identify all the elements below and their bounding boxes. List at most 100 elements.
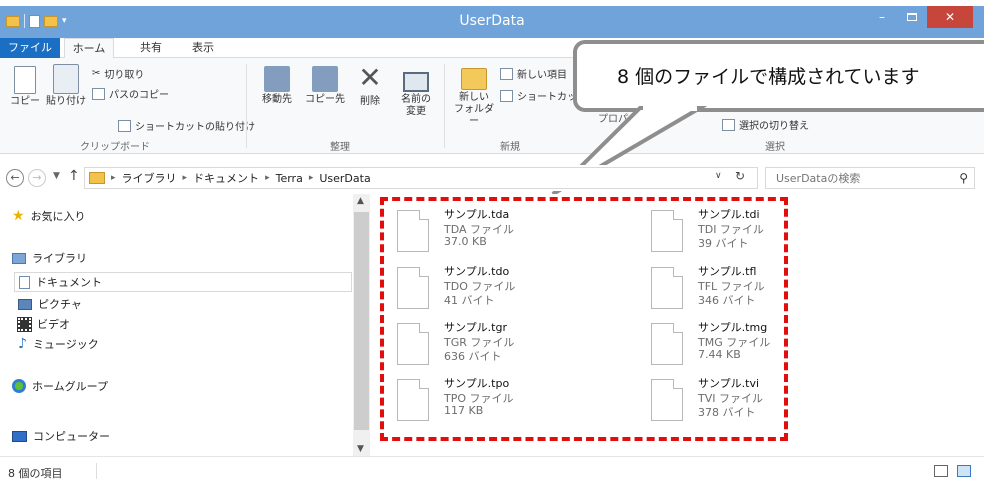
chevron-right-icon: ▸ — [308, 173, 314, 183]
nav-item-libraries[interactable]: ライブラリ — [12, 250, 87, 266]
breadcrumb-item-documents[interactable]: ドキュメント — [193, 170, 259, 186]
homegroup-icon — [12, 379, 26, 393]
file-item[interactable]: サンプル.tvi TVI ファイル 378 バイト — [651, 374, 911, 428]
nav-item-documents[interactable]: ドキュメント — [14, 272, 352, 292]
copy-path-button[interactable]: パスのコピー — [92, 86, 169, 101]
new-item-label: 新しい項目 — [517, 70, 567, 81]
tab-home[interactable]: ホーム — [64, 38, 114, 58]
invert-selection-label: 選択の切り替え — [739, 121, 809, 132]
minimize-icon: – — [879, 10, 885, 24]
nav-label: ホームグループ — [32, 380, 109, 393]
new-item-icon — [500, 67, 513, 80]
file-name: サンプル.tda — [444, 208, 510, 221]
delete-button[interactable]: ✕ 削除 — [352, 64, 388, 108]
move-to-button[interactable]: 移動先 — [254, 66, 300, 106]
nav-item-favorites[interactable]: ★ お気に入り — [12, 208, 86, 224]
delete-icon: ✕ — [358, 61, 382, 94]
file-item[interactable]: サンプル.tmg TMG ファイル 7.44 KB — [651, 318, 911, 372]
cut-label: 切り取り — [104, 70, 145, 81]
file-name: サンプル.tfl — [698, 265, 757, 278]
tab-view[interactable]: 表示 — [182, 38, 224, 58]
breadcrumb-item-userdata[interactable]: UserData — [319, 172, 370, 185]
new-folder-label-1: 新しい — [459, 92, 489, 103]
nav-item-homegroup[interactable]: ホームグループ — [12, 378, 108, 394]
back-button[interactable]: ← — [6, 169, 24, 187]
chevron-right-icon: ▸ — [111, 173, 116, 183]
maximize-button[interactable] — [897, 6, 927, 28]
copy-button[interactable]: コピー — [8, 66, 42, 108]
minimize-button[interactable]: – — [867, 6, 897, 28]
new-item-button[interactable]: 新しい項目 — [500, 66, 567, 81]
rename-button[interactable]: 名前の 変更 — [392, 64, 440, 118]
nav-label: ドキュメント — [36, 276, 102, 289]
properties-label: プロパ — [598, 114, 628, 125]
file-item[interactable]: サンプル.tgr TGR ファイル 636 バイト — [397, 318, 657, 372]
refresh-icon[interactable]: ↻ — [735, 169, 745, 183]
nav-item-music[interactable]: ♪ ミュージック — [18, 336, 99, 352]
copy-label: コピー — [10, 96, 40, 107]
scroll-thumb[interactable] — [354, 212, 369, 430]
close-button[interactable]: ✕ — [927, 6, 973, 28]
scroll-up-icon[interactable]: ▲ — [357, 196, 364, 206]
paste-icon — [53, 64, 79, 94]
scissors-icon: ✂ — [92, 68, 101, 79]
nav-label: ライブラリ — [32, 252, 87, 265]
star-icon: ★ — [12, 208, 25, 224]
nav-item-pictures[interactable]: ピクチャ — [18, 296, 82, 312]
file-size: 41 バイト — [444, 294, 495, 307]
copy-path-label: パスのコピー — [109, 90, 169, 101]
scroll-down-icon[interactable]: ▼ — [357, 444, 364, 454]
file-icon — [651, 210, 683, 252]
file-size: 39 バイト — [698, 237, 749, 250]
title-bar: ▾ UserData – ✕ — [0, 6, 984, 38]
group-separator — [246, 64, 247, 148]
cut-button[interactable]: ✂ 切り取り — [92, 66, 144, 81]
file-icon — [651, 323, 683, 365]
file-name: サンプル.tdi — [698, 208, 760, 221]
paste-button[interactable]: 貼り付け — [46, 64, 86, 108]
callout-text: 8 個のファイルで構成されています — [617, 66, 920, 88]
nav-scrollbar[interactable]: ▲ ▼ — [353, 194, 370, 456]
breadcrumb[interactable]: ▸ ライブラリ ▸ ドキュメント ▸ Terra ▸ UserData — [84, 167, 758, 189]
copy-to-icon — [312, 66, 338, 92]
rename-label-2: 変更 — [406, 106, 426, 117]
recent-locations-icon[interactable]: ▼ — [53, 171, 60, 181]
shortcut-button[interactable]: ショートカッ — [500, 88, 577, 103]
paste-shortcut-icon — [118, 119, 131, 132]
navigation-pane: ★ お気に入り ライブラリ ドキュメント ピクチャ ビデオ ♪ ミュージック ホ… — [0, 194, 353, 456]
organize-group-label: 整理 — [330, 142, 350, 153]
nav-item-videos[interactable]: ビデオ — [17, 316, 70, 332]
file-item[interactable]: サンプル.tfl TFL ファイル 346 バイト — [651, 262, 911, 316]
paste-shortcut-button[interactable]: ショートカットの貼り付け — [118, 118, 255, 133]
select-group-label: 選択 — [765, 142, 785, 153]
nav-label: ミュージック — [32, 338, 99, 351]
breadcrumb-item-libraries[interactable]: ライブラリ — [122, 170, 177, 186]
new-folder-button[interactable]: 新しい フォルダー — [450, 68, 498, 128]
tab-share[interactable]: 共有 — [130, 38, 172, 58]
file-icon — [397, 323, 429, 365]
file-item[interactable]: サンプル.tdi TDI ファイル 39 バイト — [651, 205, 911, 259]
search-icon[interactable]: ⚲ — [959, 171, 968, 185]
move-to-label: 移動先 — [262, 94, 292, 105]
file-name: サンプル.tmg — [698, 321, 768, 334]
file-item[interactable]: サンプル.tda TDA ファイル 37.0 KB — [397, 205, 657, 259]
up-arrow-icon[interactable]: ↑ — [68, 168, 80, 184]
file-item[interactable]: サンプル.tdo TDO ファイル 41 バイト — [397, 262, 657, 316]
file-name: サンプル.tgr — [444, 321, 507, 334]
address-dropdown-icon[interactable]: ∨ — [715, 171, 722, 181]
file-item[interactable]: サンプル.tpo TPO ファイル 117 KB — [397, 374, 657, 428]
large-icons-view-icon[interactable] — [957, 465, 971, 477]
clipboard-group-label: クリップボード — [80, 142, 150, 153]
nav-item-computer[interactable]: コンピューター — [12, 428, 110, 444]
invert-selection-button[interactable]: 選択の切り替え — [722, 117, 809, 132]
copy-icon — [14, 66, 36, 94]
forward-button[interactable]: → — [28, 169, 46, 187]
chevron-right-icon: ▸ — [265, 173, 270, 183]
details-view-icon[interactable] — [934, 465, 948, 477]
file-size: 636 バイト — [444, 350, 502, 363]
properties-button[interactable]: プロパ — [598, 110, 628, 125]
search-input[interactable] — [766, 168, 946, 188]
breadcrumb-item-terra[interactable]: Terra — [276, 172, 303, 185]
item-count: 8 個の項目 — [8, 467, 63, 480]
copy-to-button[interactable]: コピー先 — [302, 66, 348, 106]
